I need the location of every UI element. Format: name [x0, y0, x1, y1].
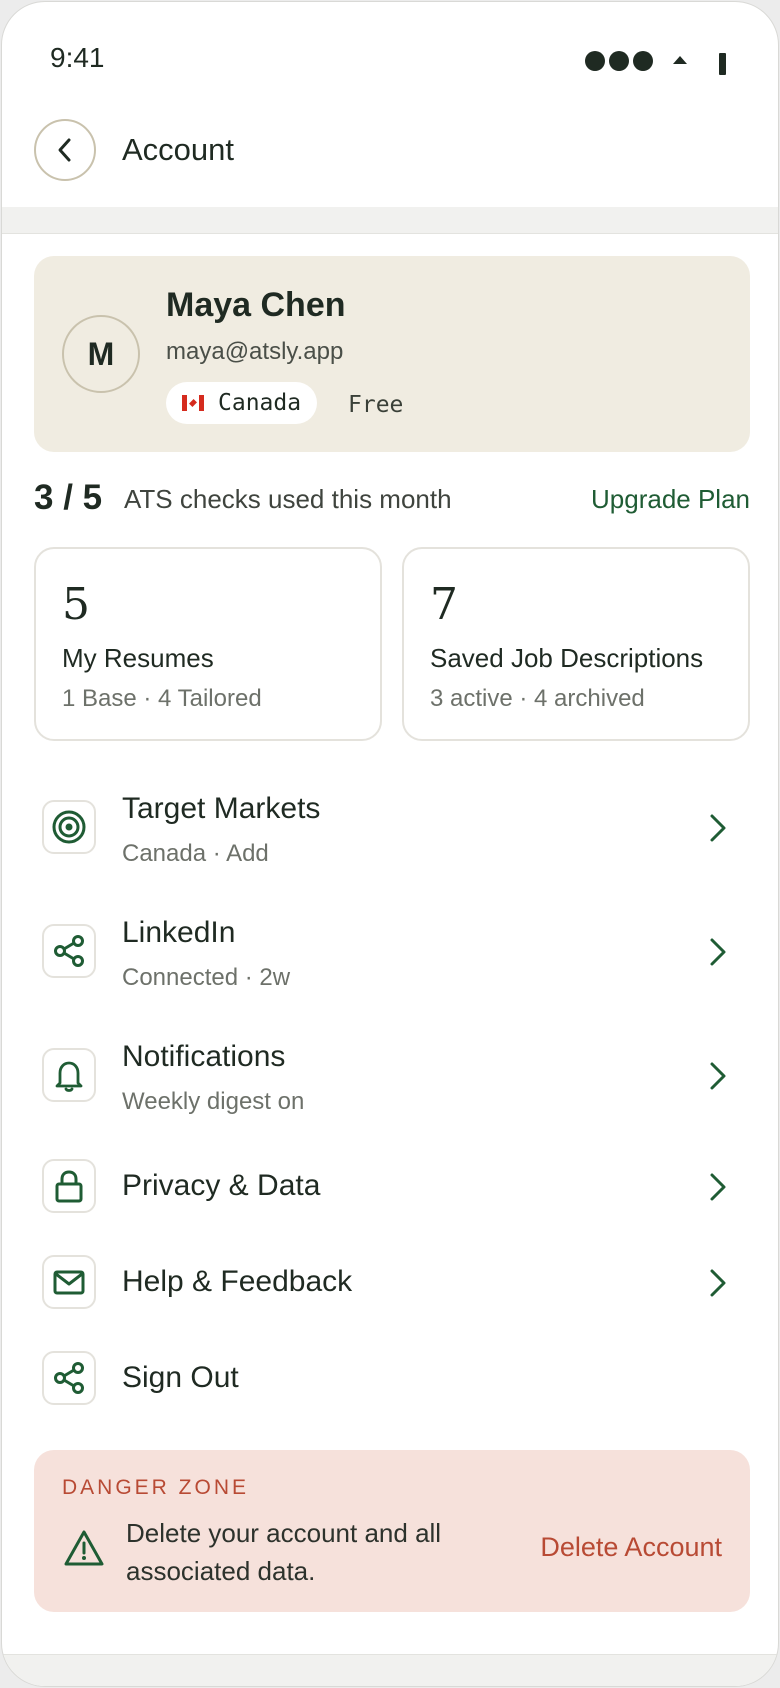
status-time: 9:41: [50, 42, 105, 73]
chevron-right-icon: [710, 1269, 726, 1297]
menu-item-notifications[interactable]: Notifications Weekly digest on: [34, 1036, 750, 1136]
bottom-band: [2, 1654, 778, 1686]
menu-item-privacy-data[interactable]: Privacy & Data: [34, 1157, 750, 1235]
usage-count: 3 / 5: [34, 478, 103, 517]
sign-out-button[interactable]: Sign Out: [34, 1349, 750, 1427]
resumes-card[interactable]: 5 My Resumes 1 Base · 4 Tailored: [34, 547, 382, 741]
danger-zone-text: Delete your account and all associated d…: [126, 1518, 442, 1586]
menu-subtitle: Weekly digest on: [122, 1088, 305, 1115]
menu-item-help-feedback[interactable]: Help & Feedback: [34, 1253, 750, 1331]
status-icons: [585, 46, 726, 76]
menu-title: Target Markets: [122, 792, 321, 825]
chevron-right-icon: [710, 938, 726, 966]
danger-zone-label: DANGER ZONE: [62, 1476, 250, 1499]
menu-item-linkedin[interactable]: LinkedIn Connected · 2w: [34, 912, 750, 1012]
target-icon: [42, 800, 96, 854]
share-icon: [42, 924, 96, 978]
danger-zone: DANGER ZONE Delete your account and all …: [34, 1450, 750, 1612]
warning-icon: [64, 1530, 104, 1566]
battery-icon: [719, 53, 726, 75]
profile-email: maya@atsly.app: [166, 338, 344, 365]
menu-title: Privacy & Data: [122, 1169, 321, 1202]
resumes-count: 5: [62, 579, 90, 630]
canada-flag-icon: [182, 395, 204, 411]
menu-subtitle: Canada · Add: [122, 840, 269, 867]
page-title: Account: [122, 132, 235, 167]
delete-account-button[interactable]: Delete Account: [540, 1532, 722, 1563]
upgrade-plan-link[interactable]: Upgrade Plan: [591, 484, 750, 515]
saved-jobs-label: Saved Job Descriptions: [430, 643, 704, 673]
chevron-left-icon: [58, 138, 71, 162]
phone-frame: 9:41 Account M Maya Chen maya@atsly.app …: [1, 1, 779, 1687]
profile-card: M Maya Chen maya@atsly.app Canada Free: [34, 256, 750, 452]
usage-text: ATS checks used this month: [124, 484, 452, 514]
header-divider: [2, 207, 778, 234]
usage-row: 3 / 5 ATS checks used this month Upgrade…: [34, 478, 750, 522]
lock-icon: [42, 1159, 96, 1213]
menu-item-target-markets[interactable]: Target Markets Canada · Add: [34, 788, 750, 888]
chevron-right-icon: [710, 1173, 726, 1201]
top-bar: Account: [2, 112, 778, 207]
menu-title: Help & Feedback: [122, 1265, 353, 1298]
profile-name: Maya Chen: [166, 286, 346, 324]
back-button[interactable]: [34, 119, 96, 181]
saved-jobs-count: 7: [430, 579, 458, 630]
status-bar: 9:41: [2, 2, 778, 112]
saved-jobs-card[interactable]: 7 Saved Job Descriptions 3 active · 4 ar…: [402, 547, 750, 741]
signal-icon: [585, 51, 653, 71]
country-label: Canada: [218, 390, 302, 416]
share-icon: [42, 1351, 96, 1405]
bell-icon: [42, 1048, 96, 1102]
avatar: M: [62, 315, 140, 393]
chevron-right-icon: [710, 1062, 726, 1090]
resumes-label: My Resumes: [62, 643, 214, 673]
country-chip: Canada: [166, 382, 318, 424]
chevron-right-icon: [710, 814, 726, 842]
menu-subtitle: Connected · 2w: [122, 964, 291, 991]
resumes-sub: 1 Base · 4 Tailored: [62, 685, 262, 712]
plan-badge: Free: [348, 392, 404, 418]
mail-icon: [42, 1255, 96, 1309]
menu-title: LinkedIn: [122, 916, 236, 949]
menu-title: Sign Out: [122, 1361, 239, 1394]
menu-title: Notifications: [122, 1040, 286, 1073]
wifi-icon: [673, 56, 687, 64]
saved-jobs-sub: 3 active · 4 archived: [430, 685, 645, 712]
